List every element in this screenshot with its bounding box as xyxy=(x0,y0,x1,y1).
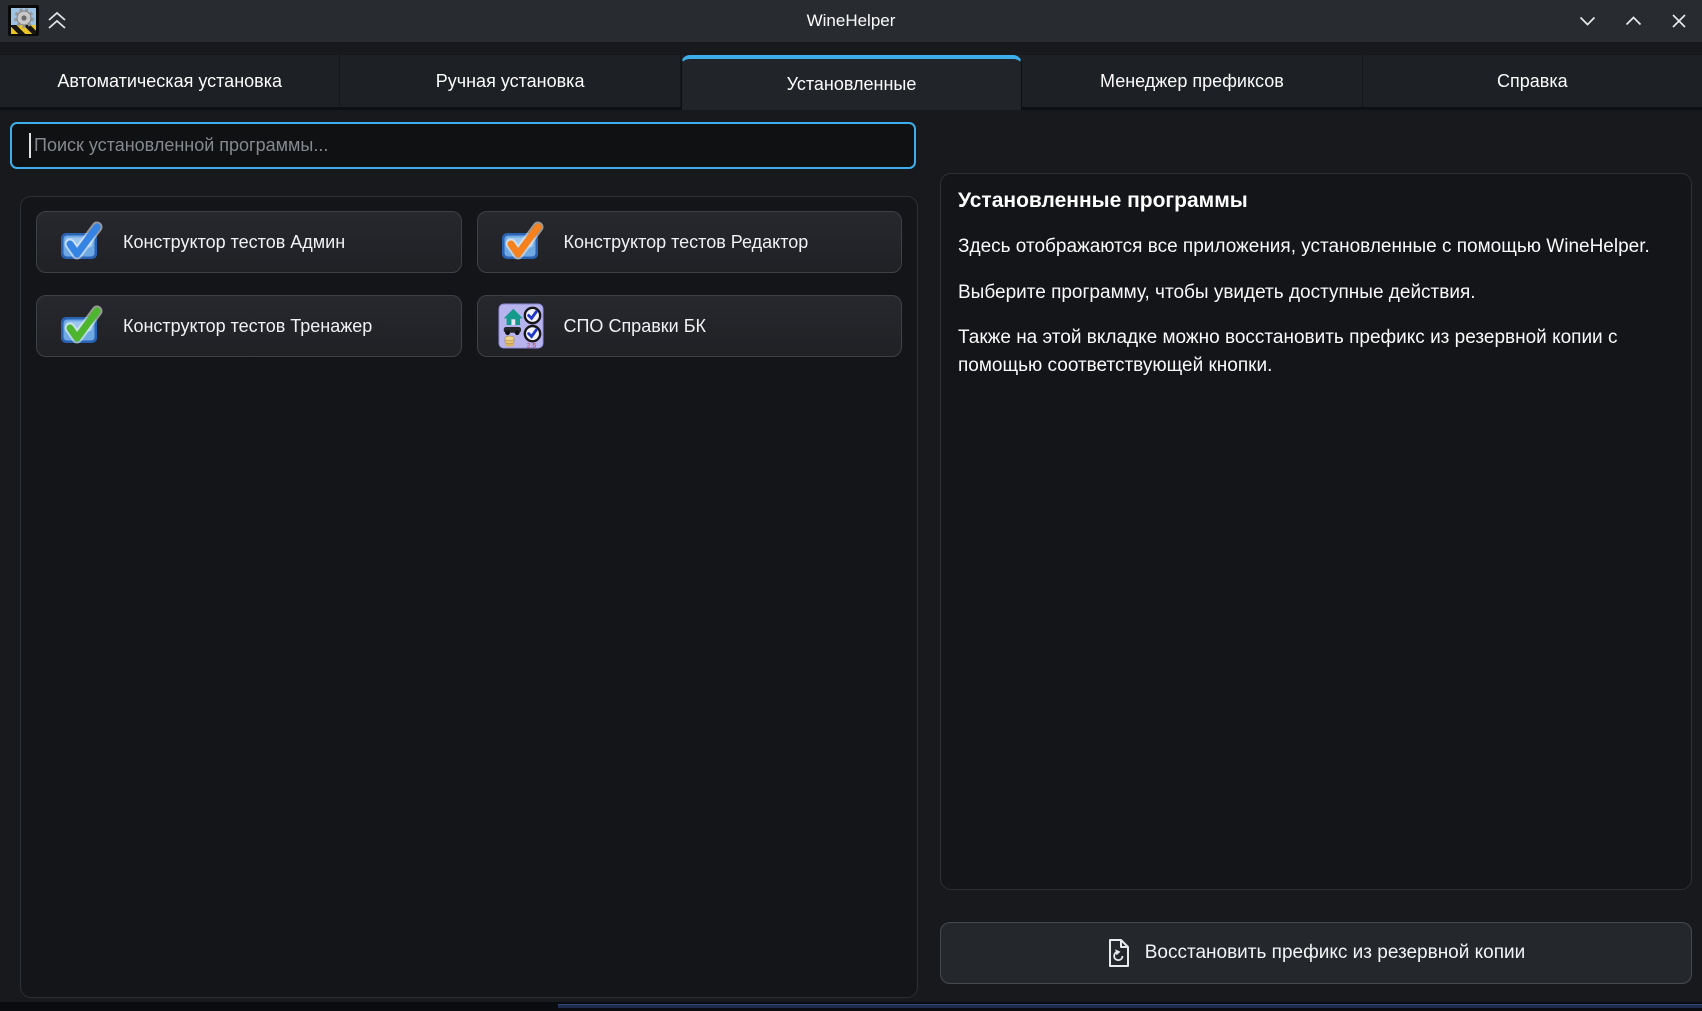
search-input[interactable] xyxy=(10,122,916,169)
close-button[interactable] xyxy=(1668,10,1690,32)
restore-button-label: Восстановить префикс из резервной копии xyxy=(1145,942,1526,964)
info-paragraph: Также на этой вкладке можно восстановить… xyxy=(958,324,1668,379)
chevron-up-icon xyxy=(1625,14,1642,28)
text-caret xyxy=(29,133,31,158)
tab-prefix-manager[interactable]: Менеджер префиксов xyxy=(1022,55,1362,107)
svg-text:2.5: 2.5 xyxy=(526,343,536,350)
info-panel-title: Установленные программы xyxy=(958,189,1674,213)
program-button-editor[interactable]: Конструктор тестов Редактор xyxy=(477,211,903,273)
window-title: WineHelper xyxy=(0,11,1702,31)
tab-bar: Автоматическая установка Ручная установк… xyxy=(0,55,1702,110)
minimize-button[interactable] xyxy=(1576,10,1598,32)
program-label: СПО Справки БК xyxy=(564,316,707,337)
installed-programs-panel: Конструктор тестов Админ Конструктор тес… xyxy=(20,196,918,998)
spo-spravki-bk-icon: 2.5 xyxy=(498,303,544,349)
tab-auto-install[interactable]: Автоматическая установка xyxy=(0,55,340,107)
double-chevron-up-icon xyxy=(46,11,68,31)
program-label: Конструктор тестов Тренажер xyxy=(123,316,372,337)
program-button-spo-spravki[interactable]: 2.5 СПО Справки БК xyxy=(477,295,903,357)
checkbox-blue-check-icon xyxy=(57,219,103,265)
restore-prefix-button[interactable]: Восстановить префикс из резервной копии xyxy=(940,922,1692,984)
bottom-screen-strip xyxy=(0,1002,1702,1011)
chevron-down-icon xyxy=(1579,14,1596,28)
checkbox-orange-check-icon xyxy=(498,219,544,265)
search-field-wrapper xyxy=(10,122,916,169)
tab-help[interactable]: Справка xyxy=(1363,55,1702,107)
program-button-admin[interactable]: Конструктор тестов Админ xyxy=(36,211,462,273)
program-button-trainer[interactable]: Конструктор тестов Тренажер xyxy=(36,295,462,357)
keep-above-button[interactable] xyxy=(45,10,69,32)
tab-installed[interactable]: Установленные xyxy=(681,55,1022,110)
gear-icon xyxy=(12,6,36,30)
winehelper-gear-hazard-icon[interactable] xyxy=(8,5,39,36)
titlebar: WineHelper xyxy=(0,0,1702,42)
background-window-edge xyxy=(558,1004,1702,1008)
window-controls xyxy=(1576,0,1690,42)
tab-manual-install[interactable]: Ручная установка xyxy=(340,55,680,107)
checkbox-green-check-icon xyxy=(57,303,103,349)
installed-info-panel: Установленные программы Здесь отображают… xyxy=(940,173,1692,890)
x-icon xyxy=(1671,13,1687,29)
document-restore-icon xyxy=(1107,938,1131,968)
program-label: Конструктор тестов Редактор xyxy=(564,232,809,253)
info-paragraph: Здесь отображаются все приложения, устан… xyxy=(958,233,1668,261)
program-label: Конструктор тестов Админ xyxy=(123,232,345,253)
maximize-button[interactable] xyxy=(1622,10,1644,32)
info-paragraph: Выберите программу, чтобы увидеть доступ… xyxy=(958,279,1668,307)
